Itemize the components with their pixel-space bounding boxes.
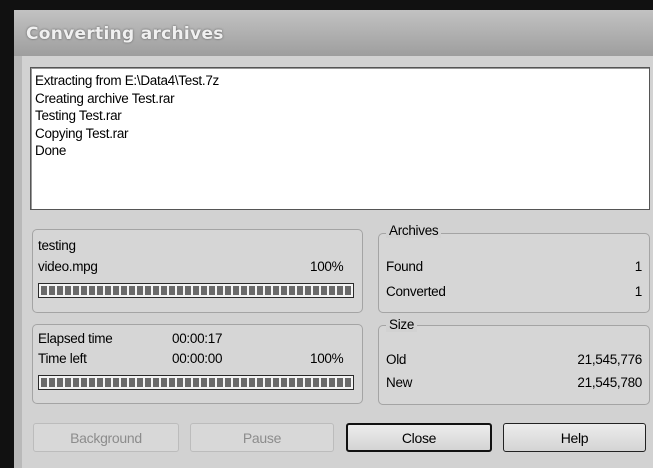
- elapsed-time-value: 00:00:17: [172, 331, 223, 346]
- current-action-label: testing: [38, 238, 76, 253]
- pause-button[interactable]: Pause: [190, 423, 334, 452]
- archives-found-value: 1: [634, 259, 643, 274]
- current-file-progress-bar: [38, 283, 354, 298]
- archives-found-label: Found: [386, 259, 423, 274]
- close-button[interactable]: Close: [346, 423, 492, 452]
- size-new-label: New: [386, 375, 413, 390]
- window-title: Converting archives: [26, 24, 224, 44]
- log-line: Copying Test.rar: [35, 125, 129, 141]
- archives-converted-label: Converted: [386, 284, 446, 299]
- conversion-log[interactable]: Extracting from E:\Data4\Test.7z Creatin…: [30, 67, 650, 210]
- background-button[interactable]: Background: [33, 423, 179, 452]
- archives-group-title: Archives: [386, 223, 442, 238]
- total-progress-fill: [41, 378, 351, 387]
- total-percent: 100%: [310, 351, 344, 366]
- log-line: Extracting from E:\Data4\Test.7z: [35, 73, 219, 88]
- current-file-name: video.mpg: [38, 259, 98, 274]
- size-new-value: 21,545,780: [577, 375, 642, 390]
- current-percent: 100%: [310, 259, 344, 274]
- total-progress-bar: [38, 375, 354, 390]
- log-line: Testing Test.rar: [35, 108, 122, 123]
- help-button[interactable]: Help: [503, 423, 646, 452]
- size-old-value: 21,545,776: [577, 352, 642, 367]
- log-line: Creating archive Test.rar: [35, 90, 175, 106]
- size-group-title: Size: [386, 317, 418, 332]
- size-old-label: Old: [386, 352, 407, 367]
- time-left-label: Time left: [38, 351, 87, 366]
- log-line: Done: [35, 143, 67, 158]
- archives-converted-value: 1: [634, 284, 643, 299]
- elapsed-time-label: Elapsed time: [38, 331, 113, 346]
- current-file-progress-fill: [41, 286, 351, 295]
- time-left-value: 00:00:00: [172, 351, 223, 366]
